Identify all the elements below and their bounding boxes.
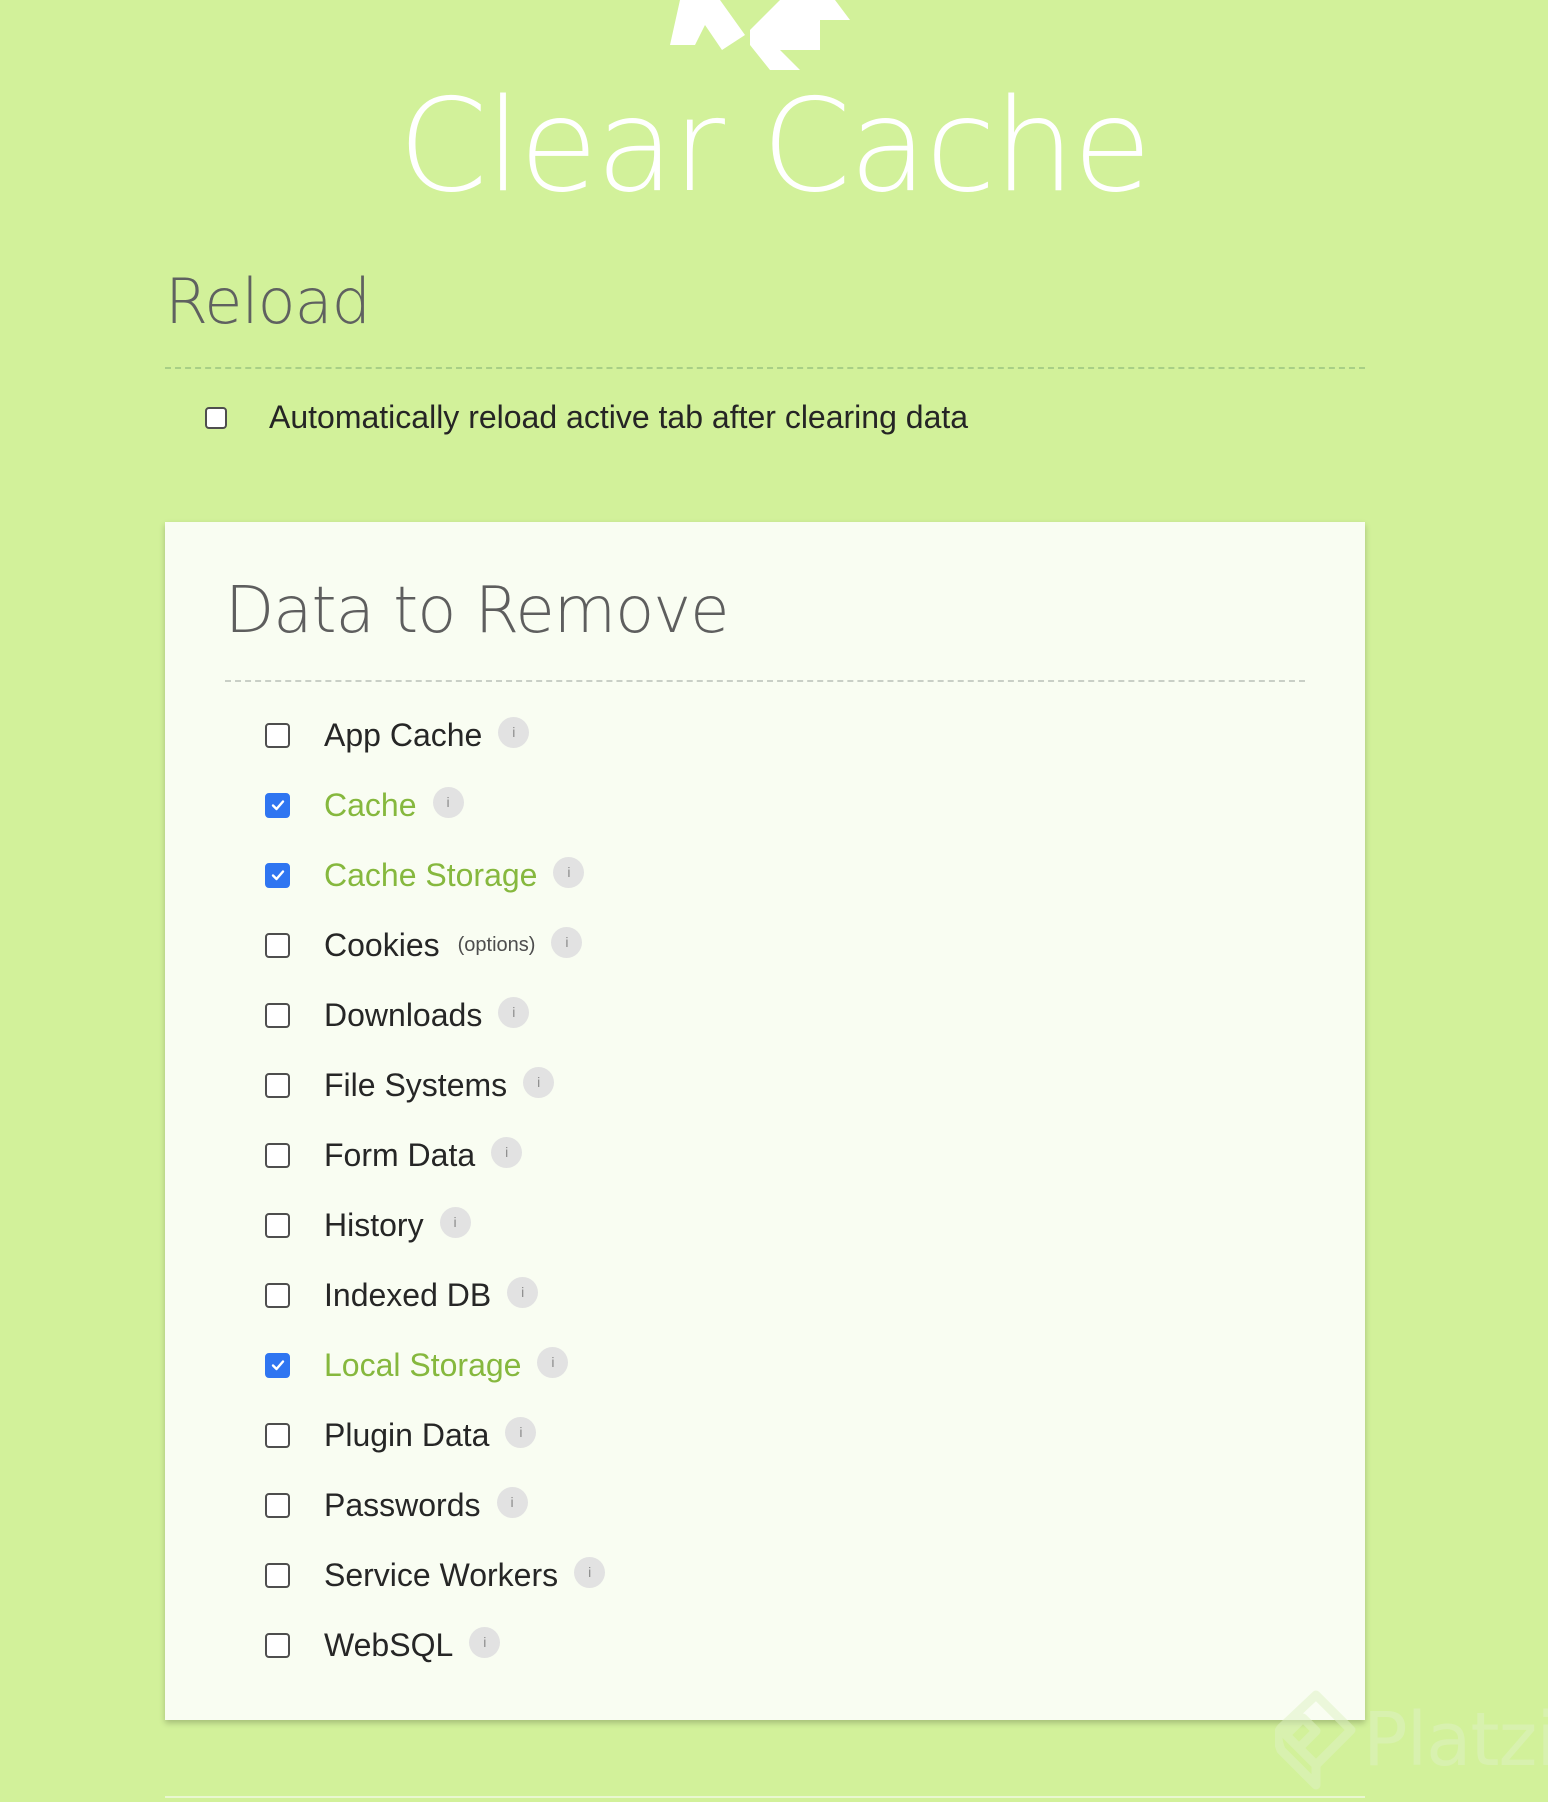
info-icon[interactable]: i — [523, 1066, 555, 1098]
cache-storage-label: Cache Storage — [324, 856, 538, 893]
passwords-label: Passwords — [324, 1486, 481, 1523]
websql-label: WebSQL — [324, 1626, 454, 1663]
platzi-logo-icon — [1275, 1690, 1356, 1790]
data-type-item-plugin-data[interactable]: Plugin Data i — [265, 1400, 1305, 1470]
cache-checkbox[interactable] — [265, 792, 290, 818]
platzi-watermark: Platzi — [1275, 1690, 1548, 1790]
data-type-item-local-storage[interactable]: Local Storage i — [265, 1330, 1305, 1400]
app-cache-label: App Cache — [324, 716, 483, 753]
info-icon[interactable]: i — [432, 786, 464, 818]
data-type-item-file-systems[interactable]: File Systems i — [265, 1050, 1305, 1120]
watermark-text: Platzi — [1363, 1697, 1548, 1783]
data-type-item-cookies[interactable]: Cookies (options) i — [265, 910, 1305, 980]
file-systems-checkbox[interactable] — [265, 1072, 290, 1098]
reload-title: Reload — [165, 265, 371, 338]
cache-label: Cache — [324, 786, 417, 823]
local-storage-checkbox[interactable] — [265, 1352, 290, 1378]
data-type-item-passwords[interactable]: Passwords i — [265, 1470, 1305, 1540]
data-type-list: App Cache i Cache i Cache Storage i Cookies (op… — [225, 700, 1305, 1680]
data-type-item-indexed-db[interactable]: Indexed DB i — [265, 1260, 1305, 1330]
recycle-icon — [670, 0, 850, 70]
divider — [225, 680, 1305, 682]
info-icon[interactable]: i — [498, 716, 530, 748]
cache-storage-checkbox[interactable] — [265, 862, 290, 888]
form-data-checkbox[interactable] — [265, 1142, 290, 1168]
indexed-db-label: Indexed DB — [324, 1276, 492, 1313]
plugin-data-label: Plugin Data — [324, 1416, 490, 1453]
data-type-item-cache-storage[interactable]: Cache Storage i — [265, 840, 1305, 910]
passwords-checkbox[interactable] — [265, 1492, 290, 1518]
data-type-item-history[interactable]: History i — [265, 1190, 1305, 1260]
cookies-checkbox[interactable] — [265, 932, 290, 958]
history-checkbox[interactable] — [265, 1212, 290, 1238]
info-icon[interactable]: i — [507, 1276, 539, 1308]
next-section-edge — [165, 1796, 1365, 1798]
service-workers-label: Service Workers — [324, 1556, 559, 1593]
data-to-remove-title: Data to Remove — [225, 574, 729, 648]
info-icon[interactable]: i — [439, 1206, 471, 1238]
auto-reload-checkbox[interactable] — [205, 406, 227, 429]
divider — [165, 367, 1365, 369]
info-icon[interactable]: i — [537, 1346, 569, 1378]
info-icon[interactable]: i — [491, 1136, 523, 1168]
data-type-item-downloads[interactable]: Downloads i — [265, 980, 1305, 1050]
auto-reload-option[interactable]: Automatically reload active tab after cl… — [165, 399, 1365, 436]
data-type-item-app-cache[interactable]: App Cache i — [265, 700, 1305, 770]
app-cache-checkbox[interactable] — [265, 722, 290, 748]
websql-checkbox[interactable] — [265, 1632, 290, 1658]
downloads-checkbox[interactable] — [265, 1002, 290, 1028]
data-type-item-service-workers[interactable]: Service Workers i — [265, 1540, 1305, 1610]
info-icon[interactable]: i — [553, 856, 585, 888]
auto-reload-label: Automatically reload active tab after cl… — [269, 399, 969, 435]
info-icon[interactable]: i — [498, 996, 530, 1028]
reload-section: Reload Automatically reload active tab a… — [165, 262, 1365, 436]
form-data-label: Form Data — [324, 1136, 476, 1173]
info-icon[interactable]: i — [505, 1416, 537, 1448]
local-storage-label: Local Storage — [324, 1346, 522, 1383]
indexed-db-checkbox[interactable] — [265, 1282, 290, 1308]
cookies-label: Cookies — [324, 926, 440, 963]
info-icon[interactable]: i — [574, 1556, 606, 1588]
info-icon[interactable]: i — [469, 1626, 501, 1658]
file-systems-label: File Systems — [324, 1066, 508, 1103]
data-type-item-cache[interactable]: Cache i — [265, 770, 1305, 840]
info-icon[interactable]: i — [496, 1486, 528, 1518]
info-icon[interactable]: i — [551, 926, 583, 958]
downloads-label: Downloads — [324, 996, 483, 1033]
data-type-item-form-data[interactable]: Form Data i — [265, 1120, 1305, 1190]
history-label: History — [324, 1206, 424, 1243]
service-workers-checkbox[interactable] — [265, 1562, 290, 1588]
app-title: Clear Cache — [398, 72, 1152, 221]
data-to-remove-card: Data to Remove App Cache i Cache i Cache Sto… — [165, 522, 1365, 1720]
plugin-data-checkbox[interactable] — [265, 1422, 290, 1448]
data-type-item-websql[interactable]: WebSQL i — [265, 1610, 1305, 1680]
cookies-options-link[interactable]: (options) — [458, 934, 536, 957]
